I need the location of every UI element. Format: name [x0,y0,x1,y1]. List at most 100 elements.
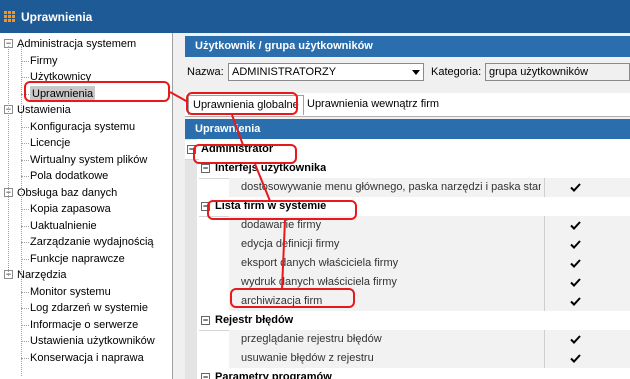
tree-connector [21,324,29,326]
tree-item-label: Narzędzia [17,269,67,281]
column-divider [544,273,545,292]
tree-connector [21,225,29,227]
tree-item-label: Konfiguracja systemu [30,120,136,133]
tree-connector [21,291,29,293]
tree-connector [21,308,29,309]
tree-item-label: Ustawienia użytkowników [30,335,155,347]
tree-item-label: Wirtualny system plików [30,153,148,166]
tree-connector [21,341,29,342]
permission-label: eksport danych właściciela firmy [241,257,399,269]
permission-row[interactable]: usuwanie błędów z rejestru [229,349,630,369]
annotation-lista-firm [207,200,357,220]
category-field: grupa użytkowników [485,63,630,81]
name-select[interactable]: ADMINISTRATORZY [228,63,424,81]
tree-item[interactable]: Konserwacja i naprawa [30,350,144,366]
tree-item[interactable]: Zarządzanie wydajnością [30,234,154,250]
tree-group[interactable]: Obsługa baz danych [17,185,117,201]
tree-group[interactable]: Administracja systemem [17,36,136,52]
permissions-header: Uprawnienia [185,119,630,139]
tree-connector [21,143,29,144]
window-title: Uprawnienia [21,9,93,24]
permission-label: usuwanie błędów z rejestru [241,352,374,364]
collapse-icon[interactable]: − [201,164,210,173]
permission-category-row: − Rejestr błędów [199,311,630,331]
checkmark-icon[interactable] [569,333,582,346]
permission-label: dostosowywanie menu głównego, paska narz… [241,181,541,193]
tree-item-label: Pola dodatkowe [30,170,109,182]
tree-item-label: Funkcje naprawcze [30,252,125,265]
tree-item-label: Informacje o serwerze [30,318,139,331]
column-divider [544,330,545,349]
tree-connector [21,258,29,260]
tree-item-label: Firmy [30,54,58,67]
tree-connector [21,46,22,376]
collapse-icon[interactable]: − [201,316,210,325]
column-divider [544,178,545,197]
tree-connector [21,60,29,62]
tree-item[interactable]: Wirtualny system plików [30,152,147,168]
tree-item[interactable]: Pola dodatkowe [30,168,108,184]
column-divider [544,216,545,235]
permissions-grid[interactable]: − Administrator − Interfejs użytkownika dost… [185,139,630,379]
column-divider [544,254,545,273]
tree-item[interactable]: Licencje [30,135,70,151]
checkmark-icon[interactable] [569,352,582,365]
tree-connector [21,126,29,128]
tree-item[interactable]: Kopia zapasowa [30,201,111,217]
tree-item-label: Ustawienia [17,104,71,116]
permission-row[interactable]: eksport danych właściciela firmy [229,254,630,274]
column-divider [544,235,545,254]
permission-category-row: − Parametry programów [199,368,630,379]
tree-item[interactable]: Konfiguracja systemu [30,119,135,135]
permission-label: edycja definicji firmy [241,238,340,250]
tree-item-label: Licencje [30,137,71,149]
permission-row[interactable]: dostosowywanie menu głównego, paska narz… [229,178,630,198]
permission-category-label: Rejestr błędów [215,314,294,326]
tree-item-label: Monitor systemu [30,285,111,298]
permission-row[interactable]: przeglądanie rejestru błędów [229,330,630,350]
category-label: Kategoria: [431,66,482,78]
user-section-header: Użytkownik / grupa użytkowników [185,36,630,57]
tree-item-label: Administracja systemem [17,38,137,50]
tree-item-label: Kopia zapasowa [30,203,111,215]
collapse-icon[interactable]: − [201,373,210,379]
name-label: Nazwa: [187,66,224,78]
indent-guide [185,139,197,379]
checkmark-icon[interactable] [569,257,582,270]
tree-item-label: Obsługa baz danych [17,186,118,199]
annotation-administrator [193,144,297,164]
tree-item[interactable]: Uaktualnienie [30,218,97,234]
permission-label: przeglądanie rejestru błędów [241,333,382,345]
checkmark-icon[interactable] [569,181,582,194]
tree-connector [21,77,29,78]
tree-item[interactable]: Funkcje naprawcze [30,251,125,267]
tree-item-label: Konserwacja i naprawa [30,351,144,364]
tab-company-permissions[interactable]: Uprawnienia wewnątrz firm [303,95,443,114]
checkmark-icon[interactable] [569,238,582,251]
tree-item[interactable]: Monitor systemu [30,284,111,300]
tree-connector [21,159,29,161]
checkmark-icon[interactable] [569,295,582,308]
tree-group[interactable]: Ustawienia [17,102,71,118]
window-title-bar: Uprawnienia [0,0,630,33]
tree-item[interactable]: Firmy [30,53,58,69]
category-value: grupa użytkowników [489,66,589,78]
checkmark-icon[interactable] [569,219,582,232]
tree-connector [21,242,29,243]
tree-item[interactable]: Informacje o serwerze [30,317,138,333]
annotation-archiwizacja [230,288,355,308]
tree-connector [21,209,29,210]
tree-item-label: Uaktualnienie [30,219,97,232]
tree-connector [21,176,29,177]
tree-group[interactable]: Narzędzia [17,267,67,283]
column-divider [544,292,545,311]
tree-item[interactable]: Ustawienia użytkowników [30,333,155,349]
tree-item[interactable]: Log zdarzeń w systemie [30,300,148,316]
checkmark-icon[interactable] [569,276,582,289]
annotation-tab [186,92,298,115]
tree-item-label: Zarządzanie wydajnością [30,236,154,248]
permission-row[interactable]: edycja definicji firmy [229,235,630,255]
tree-connector [8,46,9,276]
chevron-down-icon[interactable] [412,70,420,75]
app-grid-icon [4,10,16,23]
